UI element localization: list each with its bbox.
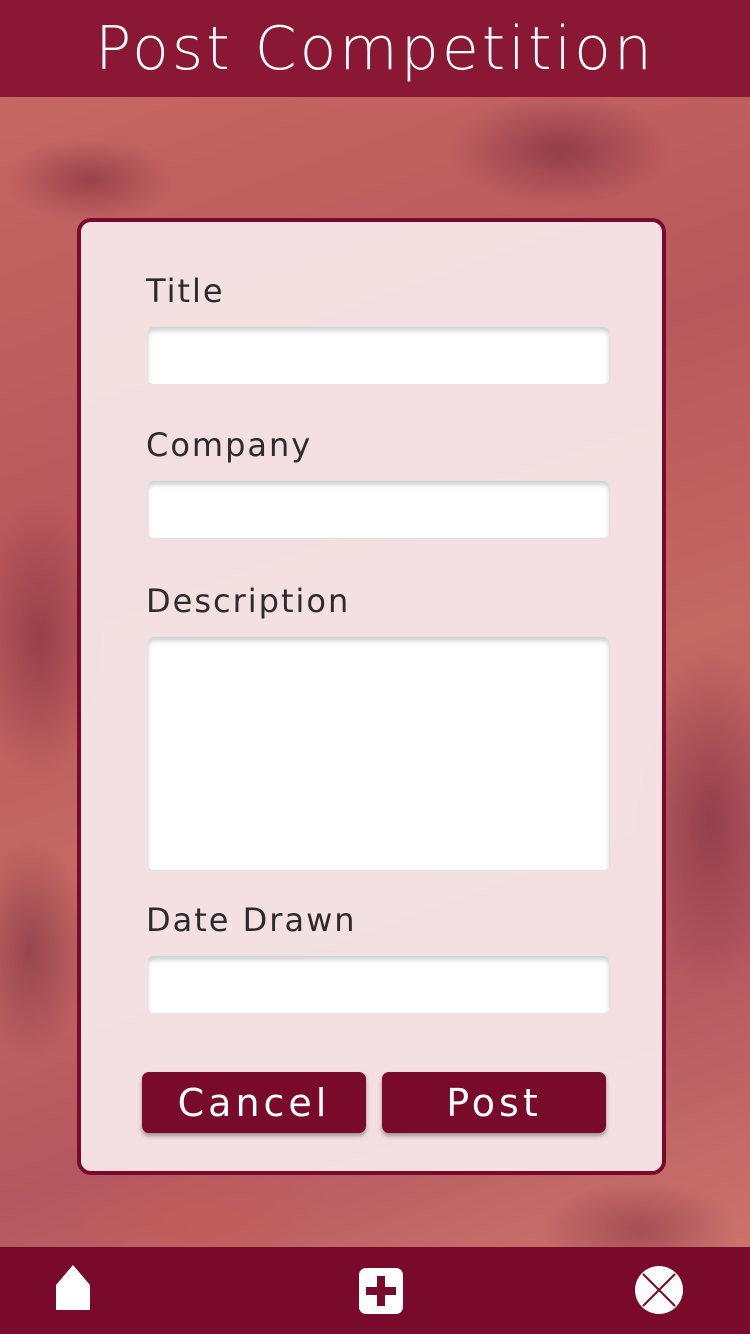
home-icon[interactable]	[55, 1263, 91, 1311]
bottom-nav-bar	[0, 1247, 750, 1334]
company-label: Company	[146, 426, 313, 464]
page-title: Post Competition	[95, 13, 655, 84]
company-input[interactable]	[147, 480, 610, 539]
title-label: Title	[146, 272, 225, 310]
close-icon[interactable]	[634, 1265, 684, 1315]
title-input[interactable]	[147, 326, 610, 385]
cancel-button[interactable]: Cancel	[142, 1072, 366, 1133]
post-competition-form: Title Company Description Date Drawn Can…	[77, 218, 666, 1175]
header-bar: Post Competition	[0, 0, 750, 97]
post-button[interactable]: Post	[382, 1072, 606, 1133]
date-drawn-label: Date Drawn	[146, 901, 357, 939]
add-icon[interactable]	[359, 1268, 403, 1314]
date-drawn-input[interactable]	[147, 955, 610, 1014]
description-textarea[interactable]	[147, 636, 610, 871]
description-label: Description	[146, 582, 351, 620]
